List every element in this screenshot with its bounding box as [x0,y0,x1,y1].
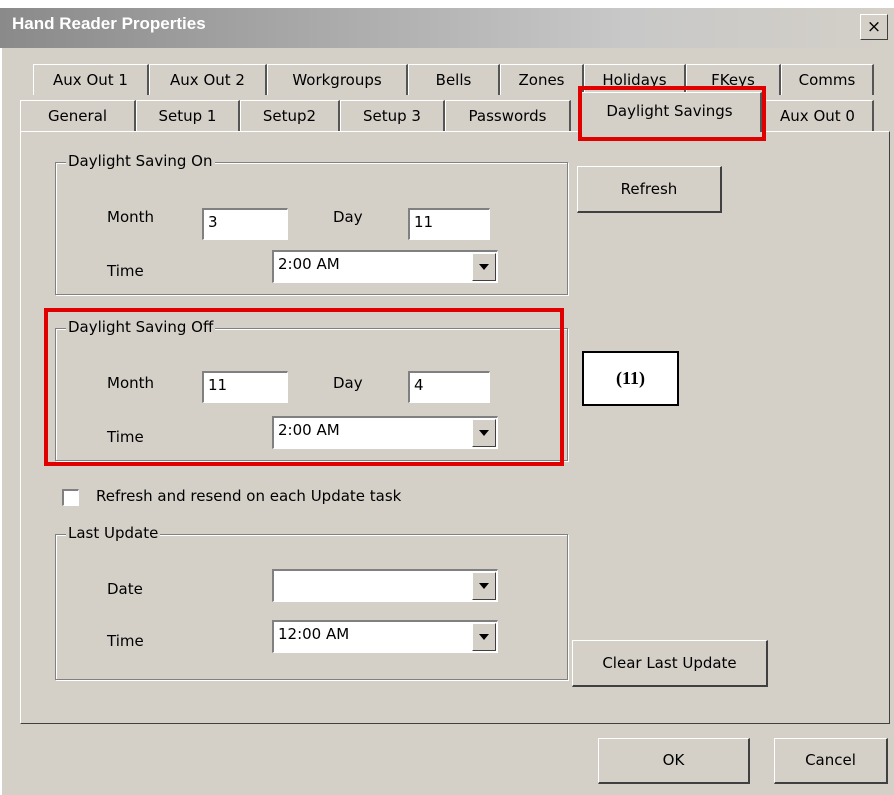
resend-checkbox-label: Refresh and resend on each Update task [96,487,402,505]
tab-setup-1[interactable]: Setup 1 [136,100,240,131]
tab-zones[interactable]: Zones [500,64,584,95]
tab-comms[interactable]: Comms [781,64,874,95]
chevron-down-icon[interactable] [472,253,496,281]
tab-general[interactable]: General [20,100,136,131]
last-update-date-label: Date [107,580,143,598]
tab-highlight-box [578,86,766,141]
last-update-time-value: 12:00 AM [278,625,350,643]
last-update-time-label: Time [107,632,144,650]
tab-setup2[interactable]: Setup2 [240,100,340,131]
ok-button[interactable]: OK [598,738,750,784]
tab-setup-3[interactable]: Setup 3 [340,100,445,131]
tab-workgroups[interactable]: Workgroups [267,64,408,95]
callout-label: (11) [582,351,679,406]
dst-on-legend: Daylight Saving On [66,152,215,170]
last-update-legend: Last Update [66,524,161,542]
dst-on-time-label: Time [107,262,144,280]
tab-passwords[interactable]: Passwords [445,100,571,131]
dst-on-time-value: 2:00 AM [278,255,340,273]
dst-on-month-label: Month [107,208,155,226]
tab-aux-out-0[interactable]: Aux Out 0 [762,100,874,131]
dst-on-day-input[interactable]: 11 [408,208,490,240]
last-update-date-select[interactable] [272,569,498,602]
last-update-time-select[interactable]: 12:00 AM [272,620,498,653]
tab-bells[interactable]: Bells [408,64,500,95]
refresh-button[interactable]: Refresh [577,166,722,213]
last-update-group [55,534,568,680]
tab-aux-out-2[interactable]: Aux Out 2 [149,64,267,95]
chevron-down-icon[interactable] [472,572,496,600]
dst-on-month-input[interactable]: 3 [202,208,288,240]
dst-on-day-label: Day [333,208,363,226]
cancel-button[interactable]: Cancel [774,738,888,784]
window-title: Hand Reader Properties [12,14,206,33]
resend-checkbox[interactable] [62,489,79,506]
chevron-down-icon[interactable] [472,623,496,651]
dst-off-highlight-box [44,308,564,466]
tab-aux-out-1[interactable]: Aux Out 1 [33,64,149,95]
close-button[interactable]: × [860,14,888,40]
clear-last-update-button[interactable]: Clear Last Update [572,640,768,687]
dst-on-time-select[interactable]: 2:00 AM [272,250,498,283]
